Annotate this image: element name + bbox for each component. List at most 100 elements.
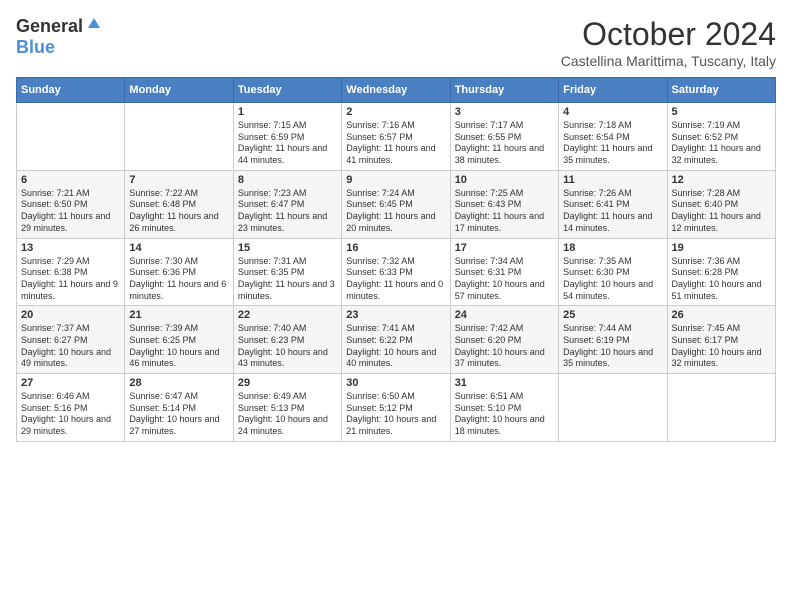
cell-date-number: 31 <box>455 377 554 389</box>
calendar-week-row: 13Sunrise: 7:29 AM Sunset: 6:38 PM Dayli… <box>17 238 776 306</box>
table-row: 21 Sunrise: 7:39 AM Sunset: 6:25 PM Dayli… <box>125 306 233 374</box>
header-thursday: Thursday <box>450 78 558 103</box>
cell-date-number: 14 <box>129 242 228 254</box>
cell-info: Sunrise: 7:44 AM Sunset: 6:19 PM Dayligh… <box>563 323 662 370</box>
cell-info: Sunrise: 7:22 AM Sunset: 6:48 PM Dayligh… <box>129 188 228 235</box>
cell-date-number: 15 <box>238 242 337 254</box>
cell-info: Sunrise: 7:16 AM Sunset: 6:57 PM Dayligh… <box>346 120 445 167</box>
header-saturday: Saturday <box>667 78 775 103</box>
table-row: 24Sunrise: 7:42 AM Sunset: 6:20 PM Dayli… <box>450 306 558 374</box>
table-row: 18 Sunrise: 7:35 AM Sunset: 6:30 PM Dayli… <box>559 238 667 306</box>
location-title: Castellina Marittima, Tuscany, Italy <box>561 53 776 69</box>
logo-blue: Blue <box>16 37 55 57</box>
cell-date-number: 9 <box>346 174 445 186</box>
cell-info: Sunrise: 7:35 AM Sunset: 6:30 PM Dayligh… <box>563 256 662 303</box>
cell-date-number: 19 <box>672 242 771 254</box>
cell-date-number: 29 <box>238 377 337 389</box>
cell-info: Sunrise: 7:29 AM Sunset: 6:38 PM Dayligh… <box>21 256 120 303</box>
table-row: 17Sunrise: 7:34 AM Sunset: 6:31 PM Dayli… <box>450 238 558 306</box>
table-row: 28Sunrise: 6:47 AM Sunset: 5:14 PM Dayli… <box>125 374 233 442</box>
cell-info: Sunrise: 7:41 AM Sunset: 6:22 PM Dayligh… <box>346 323 445 370</box>
calendar-week-row: 20 Sunrise: 7:37 AM Sunset: 6:27 PM Dayli… <box>17 306 776 374</box>
cell-date-number: 28 <box>129 377 228 389</box>
calendar-week-row: 27Sunrise: 6:46 AM Sunset: 5:16 PM Dayli… <box>17 374 776 442</box>
cell-date-number: 20 <box>21 309 120 321</box>
cell-info: Sunrise: 6:49 AM Sunset: 5:13 PM Dayligh… <box>238 391 337 438</box>
cell-info: Sunrise: 7:25 AM Sunset: 6:43 PM Dayligh… <box>455 188 554 235</box>
table-row <box>17 103 125 171</box>
cell-date-number: 25 <box>563 309 662 321</box>
cell-date-number: 17 <box>455 242 554 254</box>
logo: General Blue <box>16 16 102 58</box>
table-row: 4 Sunrise: 7:18 AM Sunset: 6:54 PM Daylig… <box>559 103 667 171</box>
cell-info: Sunrise: 7:15 AM Sunset: 6:59 PM Dayligh… <box>238 120 337 167</box>
cell-date-number: 12 <box>672 174 771 186</box>
cell-date-number: 24 <box>455 309 554 321</box>
cell-date-number: 10 <box>455 174 554 186</box>
table-row: 14 Sunrise: 7:30 AM Sunset: 6:36 PM Dayli… <box>125 238 233 306</box>
table-row: 5Sunrise: 7:19 AM Sunset: 6:52 PM Daylig… <box>667 103 775 171</box>
table-row: 26Sunrise: 7:45 AM Sunset: 6:17 PM Dayli… <box>667 306 775 374</box>
cell-info: Sunrise: 7:17 AM Sunset: 6:55 PM Dayligh… <box>455 120 554 167</box>
table-row: 11 Sunrise: 7:26 AM Sunset: 6:41 PM Dayli… <box>559 170 667 238</box>
table-row: 27Sunrise: 6:46 AM Sunset: 5:16 PM Dayli… <box>17 374 125 442</box>
table-row <box>559 374 667 442</box>
cell-info: Sunrise: 7:40 AM Sunset: 6:23 PM Dayligh… <box>238 323 337 370</box>
cell-date-number: 22 <box>238 309 337 321</box>
cell-date-number: 6 <box>21 174 120 186</box>
header-wednesday: Wednesday <box>342 78 450 103</box>
cell-info: Sunrise: 6:51 AM Sunset: 5:10 PM Dayligh… <box>455 391 554 438</box>
table-row: 30 Sunrise: 6:50 AM Sunset: 5:12 PM Dayli… <box>342 374 450 442</box>
cell-info: Sunrise: 7:23 AM Sunset: 6:47 PM Dayligh… <box>238 188 337 235</box>
table-row: 9Sunrise: 7:24 AM Sunset: 6:45 PM Daylig… <box>342 170 450 238</box>
title-block: October 2024 Castellina Marittima, Tusca… <box>561 16 776 69</box>
table-row: 20 Sunrise: 7:37 AM Sunset: 6:27 PM Dayli… <box>17 306 125 374</box>
cell-date-number: 21 <box>129 309 228 321</box>
calendar-week-row: 6 Sunrise: 7:21 AM Sunset: 6:50 PM Daylig… <box>17 170 776 238</box>
table-row: 23 Sunrise: 7:41 AM Sunset: 6:22 PM Dayli… <box>342 306 450 374</box>
month-title: October 2024 <box>561 16 776 53</box>
cell-date-number: 23 <box>346 309 445 321</box>
table-row: 19 Sunrise: 7:36 AM Sunset: 6:28 PM Dayli… <box>667 238 775 306</box>
header-monday: Monday <box>125 78 233 103</box>
table-row: 12Sunrise: 7:28 AM Sunset: 6:40 PM Dayli… <box>667 170 775 238</box>
table-row: 2 Sunrise: 7:16 AM Sunset: 6:57 PM Daylig… <box>342 103 450 171</box>
cell-info: Sunrise: 7:19 AM Sunset: 6:52 PM Dayligh… <box>672 120 771 167</box>
cell-date-number: 18 <box>563 242 662 254</box>
table-row: 3 Sunrise: 7:17 AM Sunset: 6:55 PM Daylig… <box>450 103 558 171</box>
cell-info: Sunrise: 7:30 AM Sunset: 6:36 PM Dayligh… <box>129 256 228 303</box>
cell-date-number: 2 <box>346 106 445 118</box>
table-row <box>125 103 233 171</box>
table-row: 29 Sunrise: 6:49 AM Sunset: 5:13 PM Dayli… <box>233 374 341 442</box>
cell-date-number: 16 <box>346 242 445 254</box>
table-row: 7 Sunrise: 7:22 AM Sunset: 6:48 PM Daylig… <box>125 170 233 238</box>
cell-date-number: 4 <box>563 106 662 118</box>
table-row: 6 Sunrise: 7:21 AM Sunset: 6:50 PM Daylig… <box>17 170 125 238</box>
cell-date-number: 7 <box>129 174 228 186</box>
table-row: 1Sunrise: 7:15 AM Sunset: 6:59 PM Daylig… <box>233 103 341 171</box>
cell-date-number: 3 <box>455 106 554 118</box>
cell-info: Sunrise: 6:50 AM Sunset: 5:12 PM Dayligh… <box>346 391 445 438</box>
cell-info: Sunrise: 7:39 AM Sunset: 6:25 PM Dayligh… <box>129 323 228 370</box>
logo-flag-icon <box>86 16 102 37</box>
cell-date-number: 8 <box>238 174 337 186</box>
table-row: 10 Sunrise: 7:25 AM Sunset: 6:43 PM Dayli… <box>450 170 558 238</box>
header-tuesday: Tuesday <box>233 78 341 103</box>
table-row: 15Sunrise: 7:31 AM Sunset: 6:35 PM Dayli… <box>233 238 341 306</box>
cell-date-number: 27 <box>21 377 120 389</box>
calendar-table: Sunday Monday Tuesday Wednesday Thursday… <box>16 77 776 442</box>
cell-info: Sunrise: 7:36 AM Sunset: 6:28 PM Dayligh… <box>672 256 771 303</box>
cell-info: Sunrise: 7:45 AM Sunset: 6:17 PM Dayligh… <box>672 323 771 370</box>
table-row: 25 Sunrise: 7:44 AM Sunset: 6:19 PM Dayli… <box>559 306 667 374</box>
cell-date-number: 30 <box>346 377 445 389</box>
header-sunday: Sunday <box>17 78 125 103</box>
cell-info: Sunrise: 7:37 AM Sunset: 6:27 PM Dayligh… <box>21 323 120 370</box>
cell-info: Sunrise: 7:21 AM Sunset: 6:50 PM Dayligh… <box>21 188 120 235</box>
cell-info: Sunrise: 7:18 AM Sunset: 6:54 PM Dayligh… <box>563 120 662 167</box>
logo-general: General <box>16 16 83 37</box>
cell-info: Sunrise: 7:32 AM Sunset: 6:33 PM Dayligh… <box>346 256 445 303</box>
cell-date-number: 11 <box>563 174 662 186</box>
cell-info: Sunrise: 7:26 AM Sunset: 6:41 PM Dayligh… <box>563 188 662 235</box>
table-row: 16 Sunrise: 7:32 AM Sunset: 6:33 PM Dayli… <box>342 238 450 306</box>
table-row <box>667 374 775 442</box>
